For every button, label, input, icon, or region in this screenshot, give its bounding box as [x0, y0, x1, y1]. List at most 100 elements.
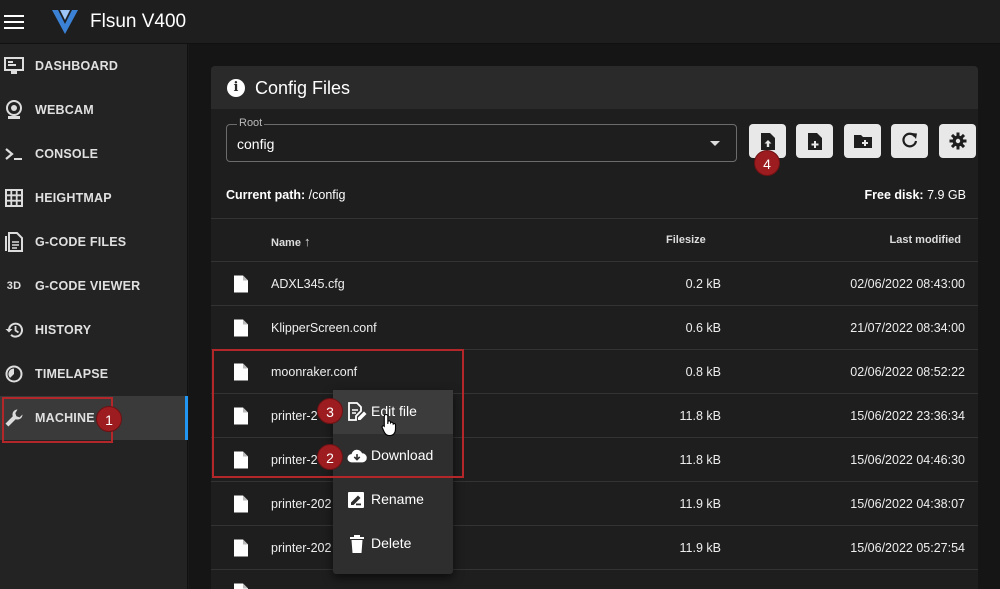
file-size: 11.8 kB — [679, 453, 721, 467]
file-modified: 15/06/2022 04:38:07 — [850, 497, 965, 511]
sidebar-item-label: HEIGHTMAP — [35, 191, 112, 205]
menu-icon[interactable] — [4, 12, 24, 32]
panel-header: i Config Files — [211, 66, 978, 109]
info-icon: i — [227, 79, 245, 97]
3d-icon: 3D — [6, 280, 22, 292]
sidebar-item-label: G-CODE FILES — [35, 235, 127, 249]
cloud-download-icon — [347, 449, 367, 463]
sidebar-item-gcode-files[interactable]: G-CODE FILES — [0, 220, 188, 264]
sidebar-item-label: CONSOLE — [35, 147, 99, 161]
table-row[interactable]: KlipperScreen.conf 0.6 kB 21/07/2022 08:… — [211, 306, 978, 350]
menu-item-delete[interactable]: Delete — [333, 522, 453, 566]
sidebar-item-timelapse[interactable]: TIMELAPSE — [0, 352, 188, 396]
sidebar-item-webcam[interactable]: WEBCAM — [0, 88, 188, 132]
file-document-icon — [4, 232, 24, 252]
sidebar-item-history[interactable]: HISTORY — [0, 308, 188, 352]
annotation-badge-3: 3 — [317, 398, 343, 424]
sidebar-item-heightmap[interactable]: HEIGHTMAP — [0, 176, 188, 220]
root-select[interactable]: Root config — [226, 117, 737, 162]
trash-icon — [350, 535, 364, 553]
create-folder-button[interactable] — [844, 124, 881, 158]
file-icon — [234, 319, 248, 337]
menu-item-rename[interactable]: Rename — [333, 478, 453, 522]
free-disk-label: Free disk: — [864, 188, 924, 202]
webcam-icon — [4, 100, 24, 120]
column-header-name[interactable]: Name ↑ — [271, 234, 311, 249]
folder-plus-icon — [853, 135, 872, 148]
file-name: printer-202 — [271, 497, 332, 511]
file-upload-icon — [760, 132, 775, 150]
annotation-badge-2: 2 — [317, 444, 343, 470]
root-select-value: config — [237, 136, 275, 152]
file-size: 11.9 kB — [679, 541, 721, 555]
current-path-value: /config — [308, 188, 346, 202]
sidebar-item-console[interactable]: CONSOLE — [0, 132, 188, 176]
arrow-up-icon: ↑ — [304, 234, 311, 249]
sidebar-item-label: HISTORY — [35, 323, 92, 337]
file-size: 0.6 kB — [685, 321, 721, 335]
sidebar-item-label: G-CODE VIEWER — [35, 279, 141, 293]
table-row[interactable] — [211, 570, 978, 589]
refresh-button[interactable] — [891, 124, 928, 158]
file-icon — [234, 275, 248, 293]
file-icon — [234, 539, 248, 557]
file-name: moonraker.conf — [271, 365, 358, 379]
column-header-filesize[interactable]: Filesize — [666, 234, 706, 246]
app-bar: Flsun V400 — [0, 0, 1000, 44]
free-disk-value: 7.9 GB — [927, 188, 966, 202]
menu-item-label: Rename — [371, 491, 424, 507]
file-icon — [234, 451, 248, 469]
chevron-down-icon — [710, 141, 720, 146]
file-edit-icon — [348, 402, 367, 421]
table-row[interactable]: printer-202 11.9 kB 15/06/2022 05:27:54 — [211, 526, 978, 570]
grid-icon — [4, 188, 24, 208]
gear-icon — [949, 132, 966, 150]
sidebar: DASHBOARD WEBCAM CONSOLE HEIGHTMAP G-COD… — [0, 44, 188, 589]
sidebar-item-machine[interactable]: MACHINE — [0, 396, 188, 440]
rename-icon — [348, 492, 364, 508]
sidebar-item-label: MACHINE — [35, 411, 95, 425]
annotation-badge-1: 1 — [96, 406, 122, 432]
file-size: 11.8 kB — [679, 409, 721, 423]
config-files-panel: i Config Files Root config Current path:… — [211, 66, 978, 589]
column-header-name-label: Name — [271, 237, 301, 249]
sidebar-item-label: TIMELAPSE — [35, 367, 109, 381]
file-name: printer-2 — [271, 453, 318, 467]
refresh-icon — [901, 132, 917, 148]
file-size: 0.2 kB — [685, 277, 721, 291]
file-icon — [234, 407, 248, 425]
app-title: Flsun V400 — [90, 11, 187, 32]
sidebar-item-gcode-viewer[interactable]: 3D G-CODE VIEWER — [0, 264, 188, 308]
file-name: printer-2 — [271, 409, 318, 423]
file-modified: 15/06/2022 05:27:54 — [850, 541, 965, 555]
file-icon — [234, 583, 248, 589]
column-header-last-modified[interactable]: Last modified — [889, 234, 961, 246]
file-icon — [234, 363, 248, 381]
file-name: KlipperScreen.conf — [271, 321, 377, 335]
console-icon — [4, 144, 24, 164]
create-file-button[interactable] — [796, 124, 833, 158]
file-size: 0.8 kB — [685, 365, 721, 379]
file-modified: 02/06/2022 08:52:22 — [850, 365, 965, 379]
file-plus-icon — [807, 132, 822, 150]
file-size: 11.9 kB — [679, 497, 721, 511]
sidebar-item-dashboard[interactable]: DASHBOARD — [0, 44, 188, 88]
wrench-icon — [4, 408, 24, 428]
menu-item-download[interactable]: Download — [333, 434, 453, 478]
sidebar-item-label: WEBCAM — [35, 103, 94, 117]
sidebar-item-label: DASHBOARD — [35, 59, 119, 73]
annotation-badge-4: 4 — [754, 150, 780, 176]
table-row[interactable]: ADXL345.cfg 0.2 kB 02/06/2022 08:43:00 — [211, 262, 978, 306]
file-modified: 02/06/2022 08:43:00 — [850, 277, 965, 291]
monitor-dashboard-icon — [4, 56, 24, 76]
table-row[interactable]: moonraker.conf 0.8 kB 02/06/2022 08:52:2… — [211, 350, 978, 394]
menu-item-label: Download — [371, 447, 434, 463]
table-row[interactable]: printer-202 11.9 kB 15/06/2022 04:38:07 — [211, 482, 978, 526]
history-icon — [4, 320, 24, 340]
table-header: Name ↑ Filesize Last modified — [211, 218, 978, 262]
mouse-pointer-icon — [381, 413, 397, 437]
current-path-label: Current path: — [226, 188, 306, 202]
file-modified: 15/06/2022 23:36:34 — [850, 409, 965, 423]
file-name: ADXL345.cfg — [271, 277, 345, 291]
settings-button[interactable] — [939, 124, 976, 158]
